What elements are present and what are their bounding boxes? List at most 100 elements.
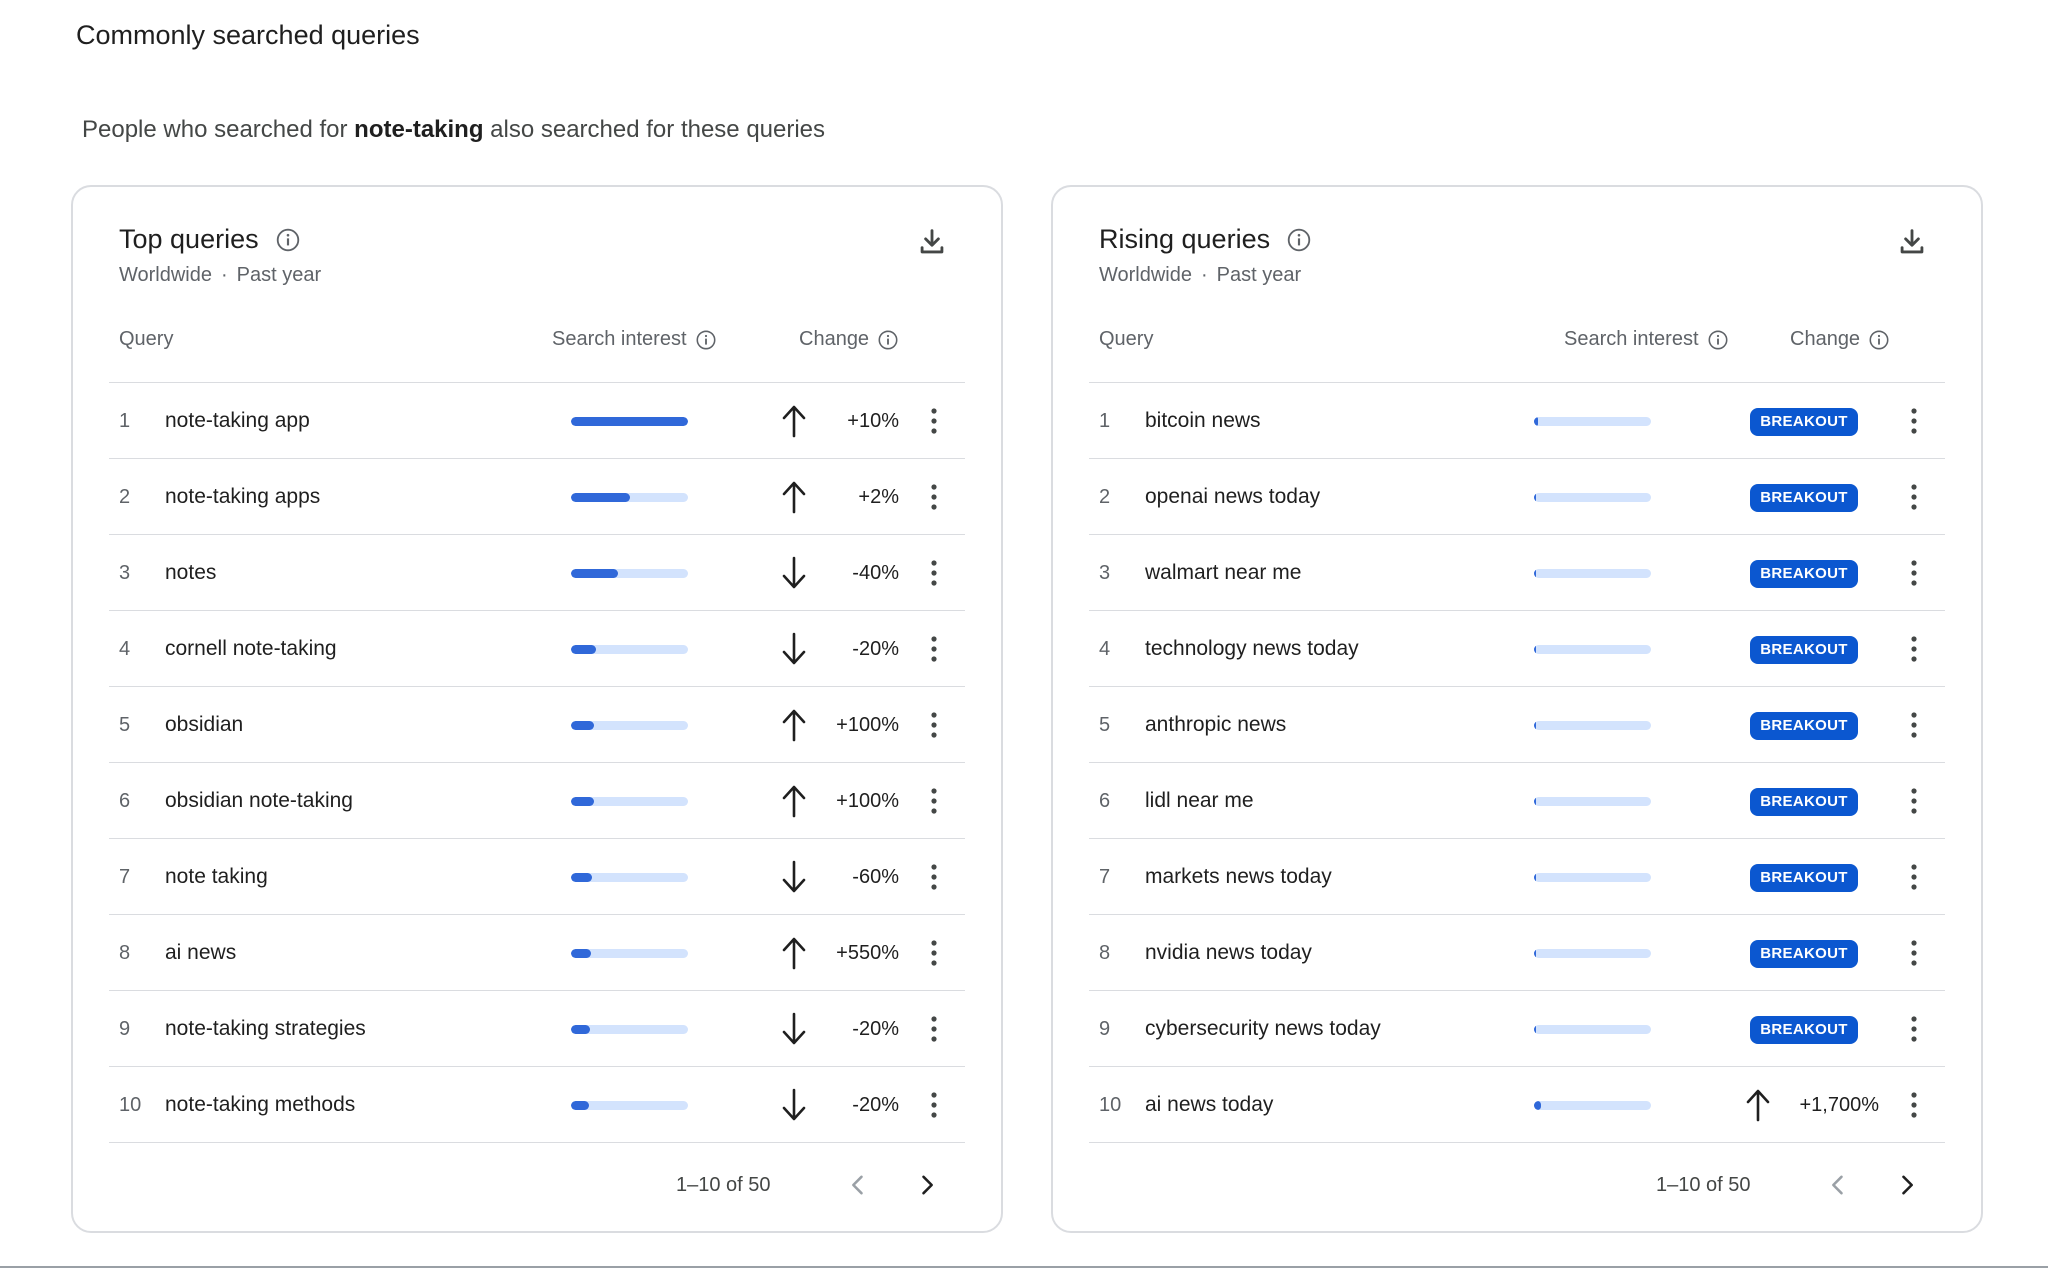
- query-text[interactable]: note-taking apps: [165, 459, 320, 535]
- change-value: -20%: [852, 638, 899, 660]
- table-row[interactable]: 4 technology news today BREAKOUT: [1089, 611, 1945, 687]
- query-text[interactable]: openai news today: [1145, 459, 1320, 535]
- more-vert-icon[interactable]: [1904, 483, 1924, 511]
- query-text[interactable]: anthropic news: [1145, 687, 1286, 763]
- more-vert-icon[interactable]: [1904, 863, 1924, 891]
- table-row[interactable]: 3 walmart near me BREAKOUT: [1089, 535, 1945, 611]
- info-icon[interactable]: [695, 329, 717, 351]
- search-interest-bar: [1534, 569, 1651, 578]
- more-vert-icon[interactable]: [1904, 1091, 1924, 1119]
- query-text[interactable]: bitcoin news: [1145, 383, 1261, 459]
- table-row[interactable]: 2 openai news today BREAKOUT: [1089, 459, 1945, 535]
- chevron-right-icon[interactable]: [1893, 1171, 1921, 1199]
- table-row[interactable]: 8 nvidia news today BREAKOUT: [1089, 915, 1945, 991]
- row-rank: 7: [1099, 866, 1111, 888]
- info-icon[interactable]: [275, 227, 301, 253]
- search-interest-bar: [571, 1025, 688, 1034]
- query-text[interactable]: ai news: [165, 915, 236, 991]
- download-icon[interactable]: [915, 225, 949, 259]
- more-vert-icon[interactable]: [1904, 711, 1924, 739]
- header-search-interest-label: Search interest: [552, 328, 687, 350]
- table-row[interactable]: 6 obsidian note-taking +100%: [109, 763, 965, 839]
- table-row[interactable]: 5 obsidian +100%: [109, 687, 965, 763]
- query-text[interactable]: note-taking strategies: [165, 991, 366, 1067]
- change-value: -20%: [852, 1094, 899, 1116]
- arrow-down-icon: [781, 1012, 807, 1046]
- info-icon[interactable]: [1707, 329, 1729, 351]
- query-text[interactable]: walmart near me: [1145, 535, 1301, 611]
- top-queries-pagination: 1–10 of 50: [73, 1165, 1001, 1205]
- info-icon[interactable]: [1286, 227, 1312, 253]
- query-text[interactable]: obsidian: [165, 687, 243, 763]
- more-vert-icon[interactable]: [924, 787, 944, 815]
- info-icon[interactable]: [1868, 329, 1890, 351]
- search-interest-bar-fill: [571, 797, 595, 806]
- search-interest-bar-fill: [571, 873, 593, 882]
- more-vert-icon[interactable]: [1904, 1015, 1924, 1043]
- arrow-up-icon: [1745, 1088, 1771, 1122]
- more-vert-icon[interactable]: [924, 939, 944, 967]
- change-value: +2%: [858, 486, 899, 508]
- query-text[interactable]: lidl near me: [1145, 763, 1254, 839]
- table-row[interactable]: 4 cornell note-taking -20%: [109, 611, 965, 687]
- table-row[interactable]: 5 anthropic news BREAKOUT: [1089, 687, 1945, 763]
- more-vert-icon[interactable]: [924, 863, 944, 891]
- query-text[interactable]: markets news today: [1145, 839, 1332, 915]
- query-text[interactable]: cornell note-taking: [165, 611, 337, 687]
- breakout-badge: BREAKOUT: [1750, 788, 1858, 816]
- more-vert-icon[interactable]: [1904, 787, 1924, 815]
- more-vert-icon[interactable]: [1904, 559, 1924, 587]
- query-text[interactable]: note taking: [165, 839, 268, 915]
- table-row[interactable]: 9 note-taking strategies -20%: [109, 991, 965, 1067]
- query-text[interactable]: ai news today: [1145, 1067, 1273, 1143]
- table-row[interactable]: 2 note-taking apps +2%: [109, 459, 965, 535]
- more-vert-icon[interactable]: [924, 711, 944, 739]
- more-vert-icon[interactable]: [1904, 635, 1924, 663]
- search-interest-bar: [571, 1101, 688, 1110]
- more-vert-icon[interactable]: [924, 483, 944, 511]
- query-text[interactable]: note-taking app: [165, 383, 310, 459]
- table-row[interactable]: 7 note taking -60%: [109, 839, 965, 915]
- more-vert-icon[interactable]: [1904, 939, 1924, 967]
- chevron-right-icon[interactable]: [913, 1171, 941, 1199]
- table-row[interactable]: 6 lidl near me BREAKOUT: [1089, 763, 1945, 839]
- breakout-badge: BREAKOUT: [1750, 864, 1858, 892]
- more-vert-icon[interactable]: [924, 1015, 944, 1043]
- more-vert-icon[interactable]: [924, 407, 944, 435]
- change-value: -60%: [852, 866, 899, 888]
- chevron-left-icon[interactable]: [844, 1171, 872, 1199]
- header-change-label: Change: [1790, 328, 1861, 350]
- info-icon[interactable]: [877, 329, 899, 351]
- more-vert-icon[interactable]: [924, 1091, 944, 1119]
- change-value: -40%: [852, 562, 899, 584]
- table-row[interactable]: 3 notes -40%: [109, 535, 965, 611]
- query-text[interactable]: note-taking methods: [165, 1067, 355, 1143]
- table-row[interactable]: 9 cybersecurity news today BREAKOUT: [1089, 991, 1945, 1067]
- query-text[interactable]: obsidian note-taking: [165, 763, 353, 839]
- table-row[interactable]: 7 markets news today BREAKOUT: [1089, 839, 1945, 915]
- search-interest-bar-fill: [1534, 797, 1537, 806]
- query-text[interactable]: technology news today: [1145, 611, 1359, 687]
- more-vert-icon[interactable]: [1904, 407, 1924, 435]
- table-row[interactable]: 10 ai news today +1,700%: [1089, 1067, 1945, 1143]
- meta-separator: ·: [1201, 264, 1208, 286]
- table-row[interactable]: 1 bitcoin news BREAKOUT: [1089, 383, 1945, 459]
- search-interest-bar-fill: [1534, 1101, 1542, 1110]
- more-vert-icon[interactable]: [924, 635, 944, 663]
- table-row[interactable]: 8 ai news +550%: [109, 915, 965, 991]
- search-interest-bar: [571, 873, 688, 882]
- change-value: -20%: [852, 1018, 899, 1040]
- table-row[interactable]: 1 note-taking app +10%: [109, 383, 965, 459]
- query-text[interactable]: cybersecurity news today: [1145, 991, 1381, 1067]
- row-rank: 5: [119, 714, 131, 736]
- header-search-interest: Search interest: [1564, 328, 1729, 351]
- search-interest-bar-fill: [571, 949, 591, 958]
- more-vert-icon[interactable]: [924, 559, 944, 587]
- query-text[interactable]: notes: [165, 535, 216, 611]
- chevron-left-icon[interactable]: [1824, 1171, 1852, 1199]
- query-text[interactable]: nvidia news today: [1145, 915, 1312, 991]
- table-row[interactable]: 10 note-taking methods -20%: [109, 1067, 965, 1143]
- breakout-badge: BREAKOUT: [1750, 636, 1858, 664]
- search-interest-bar: [571, 645, 688, 654]
- download-icon[interactable]: [1895, 225, 1929, 259]
